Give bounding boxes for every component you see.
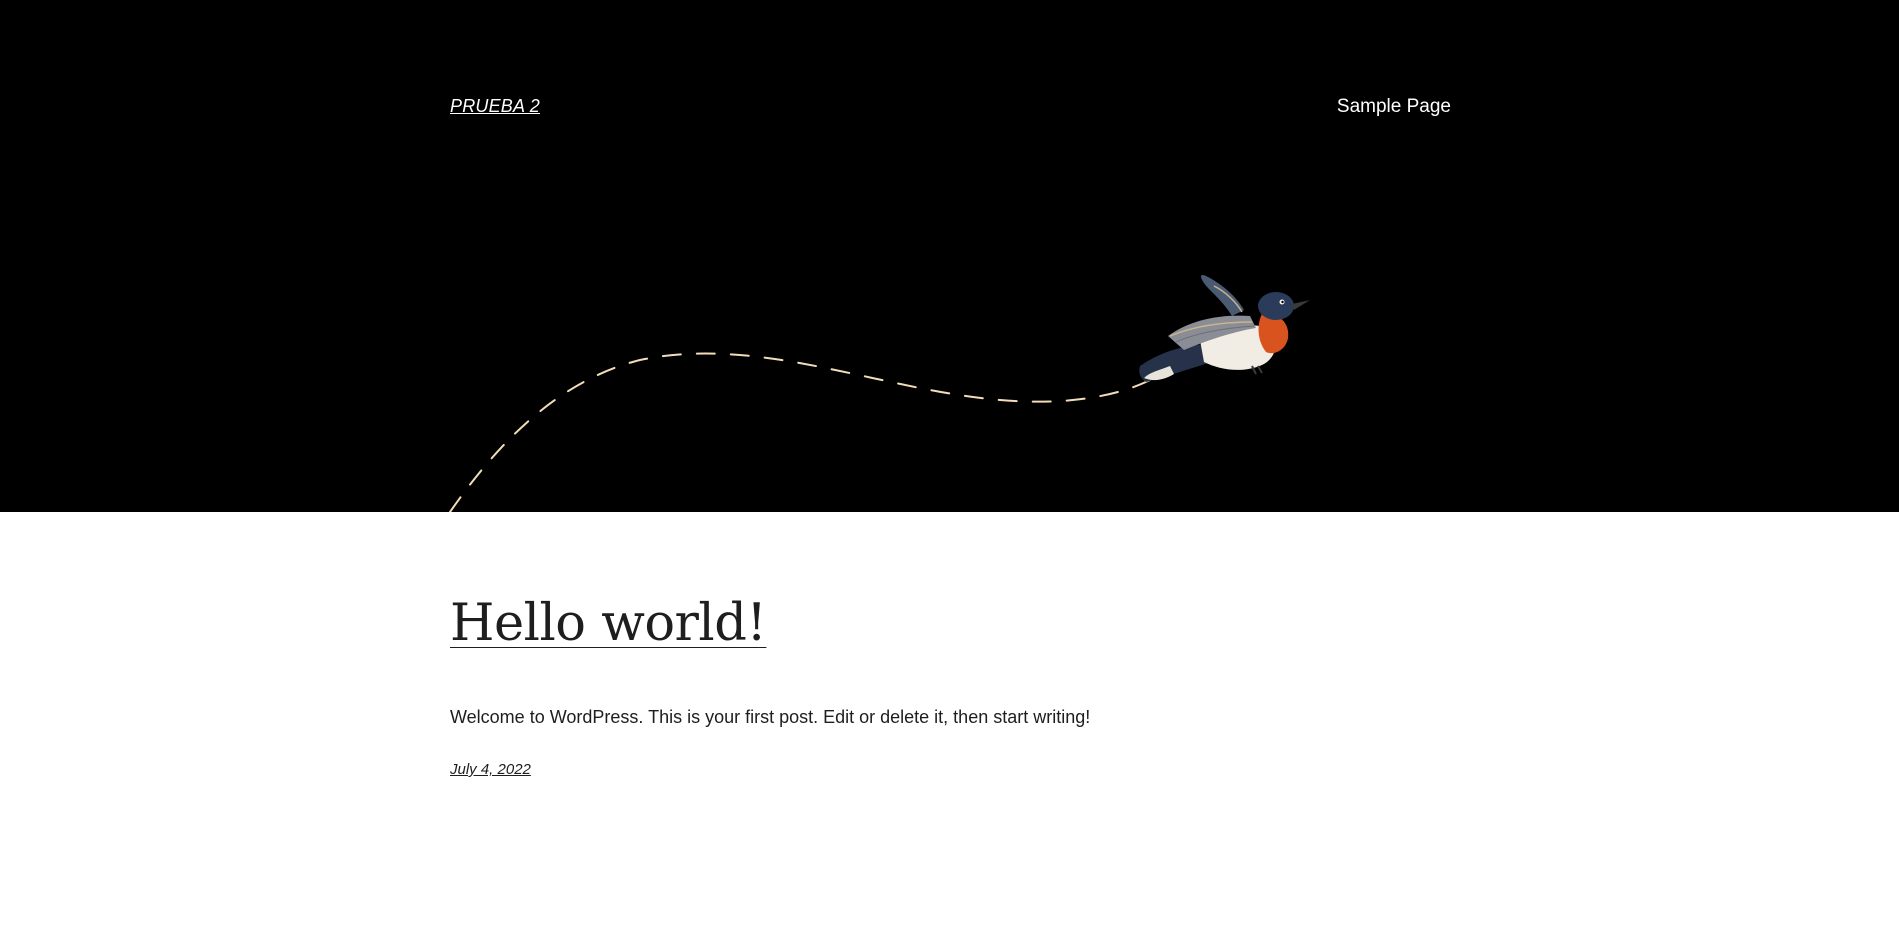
flight-trail-line — [449, 352, 1151, 512]
post-title-link[interactable]: Hello world! — [450, 598, 767, 649]
bird-icon — [1139, 274, 1310, 382]
header-illustration — [449, 274, 1310, 512]
site-header: PRUEBA 2 Sample Page — [0, 0, 1899, 512]
post-excerpt: Welcome to WordPress. This is your first… — [450, 707, 1091, 727]
post-date-link[interactable]: July 4, 2022 — [450, 761, 531, 778]
